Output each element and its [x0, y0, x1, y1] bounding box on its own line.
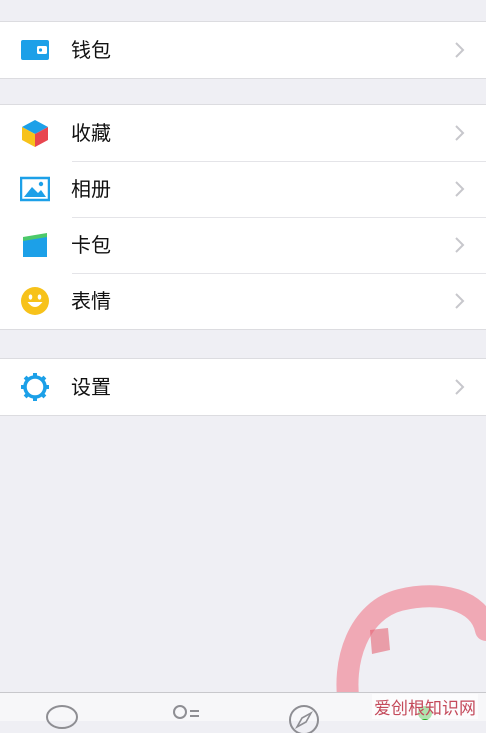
- card-pack-row[interactable]: 卡包: [0, 217, 486, 273]
- chevron-right-icon: [455, 181, 465, 197]
- favorites-cube-icon: [20, 118, 50, 148]
- settings-row[interactable]: 设置: [0, 359, 486, 415]
- discover-compass-icon[interactable]: [284, 703, 324, 733]
- chevron-right-icon: [455, 125, 465, 141]
- favorites-row[interactable]: 收藏: [0, 105, 486, 161]
- album-photo-icon: [20, 174, 50, 204]
- wallet-row[interactable]: 钱包: [0, 22, 486, 78]
- wallet-icon: [20, 35, 50, 65]
- collections-group: 收藏 相册 卡包 表情: [0, 104, 486, 330]
- contacts-icon[interactable]: [166, 703, 206, 733]
- chevron-right-icon: [455, 237, 465, 253]
- settings-group: 设置: [0, 358, 486, 416]
- chevron-right-icon: [455, 379, 465, 395]
- chevron-right-icon: [455, 42, 465, 58]
- bottom-tab-bar: 爱创根知识网: [0, 692, 486, 733]
- watermark-text: 爱创根知识网: [372, 694, 478, 719]
- settings-gear-icon: [20, 372, 50, 402]
- chats-bubble-icon[interactable]: [42, 703, 82, 733]
- favorites-label: 收藏: [71, 121, 111, 145]
- stickers-label: 表情: [71, 289, 111, 313]
- smiley-icon: [20, 286, 50, 316]
- chevron-right-icon: [455, 293, 465, 309]
- album-label: 相册: [71, 177, 111, 201]
- album-row[interactable]: 相册: [0, 161, 486, 217]
- settings-label: 设置: [71, 375, 111, 399]
- card-pack-label: 卡包: [71, 233, 111, 257]
- wallet-label: 钱包: [71, 38, 111, 62]
- card-pack-icon: [20, 230, 50, 260]
- stickers-row[interactable]: 表情: [0, 273, 486, 329]
- wallet-group: 钱包: [0, 21, 486, 79]
